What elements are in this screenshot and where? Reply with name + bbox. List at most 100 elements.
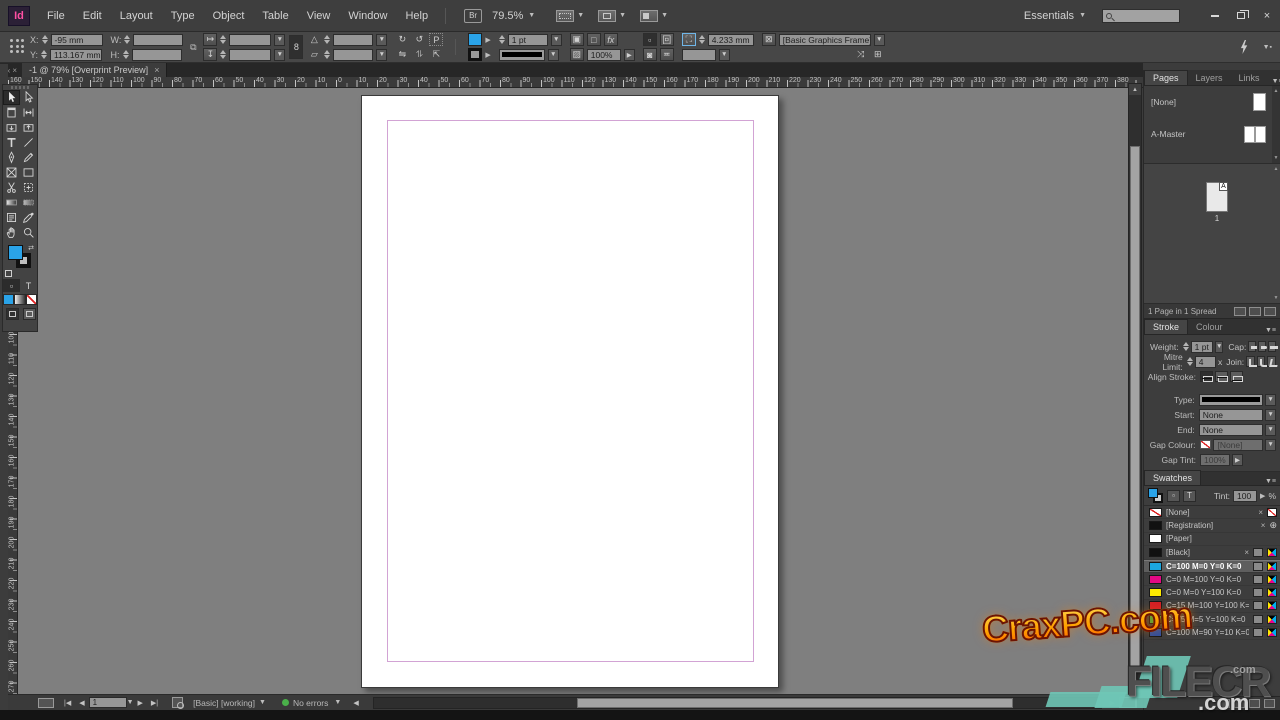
menu-view[interactable]: View <box>298 7 340 25</box>
h-stepper[interactable] <box>123 50 129 59</box>
document-page[interactable] <box>361 95 779 688</box>
scale-x-stepper[interactable] <box>220 35 226 44</box>
eyedropper-tool[interactable] <box>20 210 37 225</box>
corner-size-stepper[interactable] <box>699 35 705 44</box>
apply-gradient-button[interactable] <box>14 294 26 305</box>
swatch-row[interactable]: [Registration] × ⊕ <box>1144 519 1280 533</box>
mitre-stepper[interactable] <box>1187 357 1193 366</box>
weight-field[interactable]: 1 pt <box>1190 340 1213 353</box>
tint-field[interactable]: 100 <box>1233 489 1258 502</box>
pages-scrollbar[interactable]: ▲ ▼ <box>1272 164 1280 303</box>
corner-options-icon[interactable]: ⛶ <box>681 33 696 46</box>
wrap-bounding-icon[interactable]: 回 <box>659 33 674 46</box>
w-stepper[interactable] <box>124 35 130 44</box>
align-stroke-outside-icon[interactable] <box>1230 371 1243 382</box>
miter-join-icon[interactable] <box>1246 356 1257 367</box>
view-options-dropdown[interactable]: ▼ <box>556 9 584 22</box>
round-join-icon[interactable] <box>1256 356 1268 367</box>
scissors-tool[interactable] <box>3 180 20 195</box>
rotate-ccw-icon[interactable]: ↺ <box>412 33 426 46</box>
chevron-down-icon[interactable]: ▼ <box>1214 340 1224 353</box>
wrap-jump-icon[interactable]: ≖ <box>659 48 674 61</box>
chevron-down-icon[interactable]: ▼ <box>547 48 559 61</box>
y-position-field[interactable]: 113.167 mm <box>50 48 103 61</box>
chevron-down-icon[interactable]: ▼ <box>274 33 286 46</box>
object-style-dropdown[interactable]: [Basic Graphics Frame]+ <box>778 33 871 46</box>
opacity-icon[interactable]: ▨ <box>569 48 584 61</box>
menu-file[interactable]: File <box>38 7 74 25</box>
gap-tool[interactable] <box>20 105 37 120</box>
close-tab-icon[interactable]: × <box>154 65 159 75</box>
pasteboard[interactable] <box>8 88 1128 694</box>
fx-menu-icon[interactable]: fx <box>603 33 618 46</box>
vertical-scrollbar-thumb[interactable] <box>1130 146 1140 668</box>
close-button[interactable]: × <box>1254 7 1280 25</box>
menu-help[interactable]: Help <box>396 7 437 25</box>
bevel-join-icon[interactable] <box>1267 356 1276 367</box>
panel-menu-icon[interactable]: ▼≡ <box>1261 327 1280 334</box>
zoom-tool[interactable] <box>20 225 37 240</box>
height-field[interactable] <box>131 48 182 61</box>
chevron-down-icon[interactable]: ▶ <box>485 51 490 59</box>
end-dropdown[interactable]: None <box>1198 423 1264 436</box>
preflight-icon[interactable] <box>172 697 185 709</box>
rotation-angle-field[interactable] <box>333 33 374 46</box>
x-position-field[interactable]: -95 mm <box>50 33 103 46</box>
scale-y-field[interactable] <box>229 48 272 61</box>
normal-view-mode-button[interactable] <box>6 308 19 320</box>
screen-mode-dropdown[interactable]: ▼ <box>598 9 626 22</box>
tab-stroke[interactable]: Stroke <box>1144 319 1189 334</box>
arrange-documents-dropdown[interactable]: ▼ <box>640 9 668 22</box>
tab-links[interactable]: Links <box>1231 71 1268 85</box>
mini-fill-swatch[interactable] <box>1148 487 1158 498</box>
panel-menu-icon[interactable]: ▼≡ <box>1261 478 1280 485</box>
constrain-scale-link-icon[interactable]: 8 <box>289 35 304 59</box>
x-stepper[interactable] <box>42 35 48 44</box>
scale-x-field[interactable] <box>229 33 272 46</box>
y-stepper[interactable] <box>41 50 47 59</box>
master-item-a-master[interactable]: A-Master <box>1144 118 1280 150</box>
text-formatting-icon[interactable]: T <box>1183 489 1196 502</box>
gradient-swatch-tool[interactable] <box>3 195 20 210</box>
panel-grip-icon[interactable] <box>11 86 31 89</box>
stroke-weight-stepper[interactable] <box>499 35 505 44</box>
shear-angle-field[interactable] <box>333 48 374 61</box>
tab-pages[interactable]: Pages <box>1144 70 1188 85</box>
align-stroke-inside-icon[interactable] <box>1215 371 1228 382</box>
page-tool[interactable] <box>3 105 20 120</box>
weight-stepper[interactable] <box>1183 342 1189 351</box>
chevron-down-icon[interactable]: ▼ <box>127 699 134 706</box>
gap-tint-field[interactable]: 100% <box>1200 453 1230 466</box>
stroke-type-dropdown[interactable] <box>498 48 545 61</box>
quick-apply-lightning-icon[interactable] <box>1240 40 1248 54</box>
tab-colour[interactable]: Colour <box>1188 320 1231 334</box>
swatch-row[interactable]: C=100 M=0 Y=0 K=0 <box>1144 559 1280 573</box>
stroke-type-dropdown[interactable] <box>1198 393 1264 406</box>
flip-vertical-icon[interactable]: ⥮ <box>412 48 426 61</box>
chevron-down-icon[interactable]: ▼ <box>376 48 388 61</box>
page-1-thumbnail-icon[interactable]: A <box>1206 182 1228 212</box>
chevron-down-icon[interactable]: ▼ <box>873 33 885 46</box>
start-dropdown[interactable]: None <box>1198 408 1264 421</box>
menu-window[interactable]: Window <box>339 7 396 25</box>
current-page-field[interactable]: 1 <box>88 697 127 708</box>
chevron-right-icon[interactable]: ▶ <box>1232 453 1243 466</box>
content-placer-tool[interactable] <box>20 120 37 135</box>
flip-horizontal-icon[interactable]: ⇋ <box>395 48 409 61</box>
new-page-icon[interactable] <box>1249 306 1261 316</box>
container-formatting-icon[interactable]: ▫ <box>1167 489 1180 502</box>
menu-object[interactable]: Object <box>204 7 254 25</box>
formatting-affects-container-icon[interactable]: ▫ <box>3 279 20 292</box>
menu-edit[interactable]: Edit <box>74 7 111 25</box>
width-field[interactable] <box>133 33 184 46</box>
reference-point-proxy[interactable] <box>10 39 26 55</box>
chevron-right-icon[interactable]: ▶ <box>1260 492 1265 500</box>
swap-style-icon[interactable]: ⤨ <box>854 48 868 61</box>
page-layout-icon[interactable] <box>38 697 54 708</box>
free-transform-tool[interactable] <box>20 180 37 195</box>
horizontal-scrollbar-thumb[interactable] <box>577 697 1014 708</box>
minimize-button[interactable] <box>1202 7 1228 25</box>
fill-color-swatch[interactable] <box>468 33 483 46</box>
tab-layers[interactable]: Layers <box>1188 71 1231 85</box>
chevron-down-icon[interactable]: ▼ <box>376 33 388 46</box>
